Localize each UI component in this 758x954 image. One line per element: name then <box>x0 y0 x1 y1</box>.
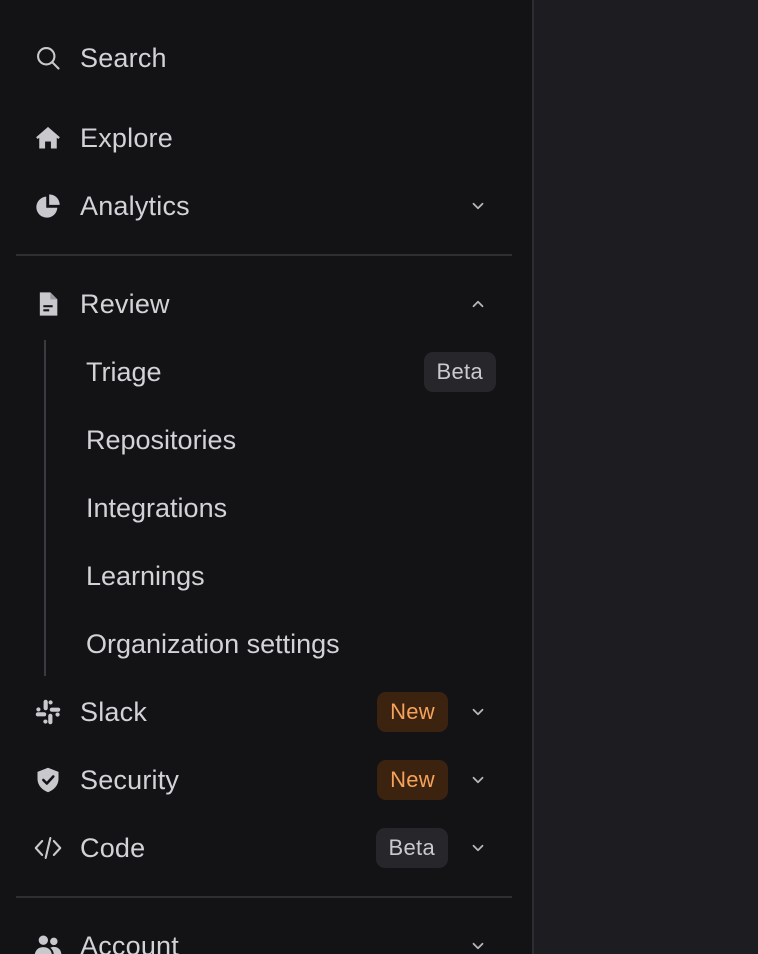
sidebar-item-label: Explore <box>80 122 173 153</box>
sidebar-subitem-repositories[interactable]: Repositories <box>70 412 496 468</box>
sidebar-item-label: Search <box>80 42 167 73</box>
sidebar-item-label: Analytics <box>80 190 190 221</box>
sidebar-subitem-integrations[interactable]: Integrations <box>70 480 496 536</box>
new-badge: New <box>377 760 448 800</box>
sidebar-item-label: Code <box>80 832 146 863</box>
sidebar-item-code[interactable]: Code Beta <box>16 820 496 876</box>
home-icon <box>32 122 64 154</box>
divider <box>16 254 512 256</box>
document-icon <box>32 288 64 320</box>
beta-badge: Beta <box>375 828 448 868</box>
sidebar-item-label: Account <box>80 930 179 954</box>
sidebar-subitem-learnings[interactable]: Learnings <box>70 548 496 604</box>
sidebar-item-search[interactable]: Search <box>16 30 496 86</box>
divider <box>16 896 512 898</box>
users-icon <box>32 930 64 954</box>
code-icon <box>32 832 64 864</box>
chevron-up-icon[interactable] <box>466 292 490 316</box>
sidebar-item-security[interactable]: Security New <box>16 752 496 808</box>
pie-chart-icon <box>32 190 64 222</box>
sidebar-subitem-label: Integrations <box>86 492 228 523</box>
sidebar-item-slack[interactable]: Slack New <box>16 684 496 740</box>
chevron-down-icon[interactable] <box>466 700 490 724</box>
chevron-down-icon[interactable] <box>466 934 490 954</box>
subnav-guide-line <box>44 340 46 676</box>
sidebar-item-label: Slack <box>80 696 148 727</box>
beta-badge: Beta <box>423 352 496 392</box>
slack-icon <box>32 696 64 728</box>
sidebar-item-analytics[interactable]: Analytics <box>16 178 496 234</box>
chevron-down-icon[interactable] <box>466 194 490 218</box>
sidebar-subitem-label: Triage <box>86 356 162 387</box>
sidebar-item-label: Security <box>80 764 180 795</box>
chevron-down-icon[interactable] <box>466 836 490 860</box>
search-icon <box>32 42 64 74</box>
sidebar-item-explore[interactable]: Explore <box>16 110 496 166</box>
shield-check-icon <box>32 764 64 796</box>
sidebar-subitem-label: Repositories <box>86 424 237 455</box>
sidebar-subitem-label: Organization settings <box>86 628 340 659</box>
sidebar-subitem-label: Learnings <box>86 560 205 591</box>
app-window: Search Explore Analytics Review Triage B… <box>0 0 758 954</box>
sidebar: Search Explore Analytics Review Triage B… <box>0 0 534 954</box>
sidebar-subitem-triage[interactable]: Triage Beta <box>70 344 496 400</box>
chevron-down-icon[interactable] <box>466 768 490 792</box>
new-badge: New <box>377 692 448 732</box>
sidebar-item-account[interactable]: Account <box>16 918 496 954</box>
sidebar-item-review[interactable]: Review <box>16 276 496 332</box>
sidebar-subitem-organization-settings[interactable]: Organization settings <box>70 616 496 672</box>
sidebar-item-label: Review <box>80 288 170 319</box>
main-content-area <box>534 0 758 954</box>
